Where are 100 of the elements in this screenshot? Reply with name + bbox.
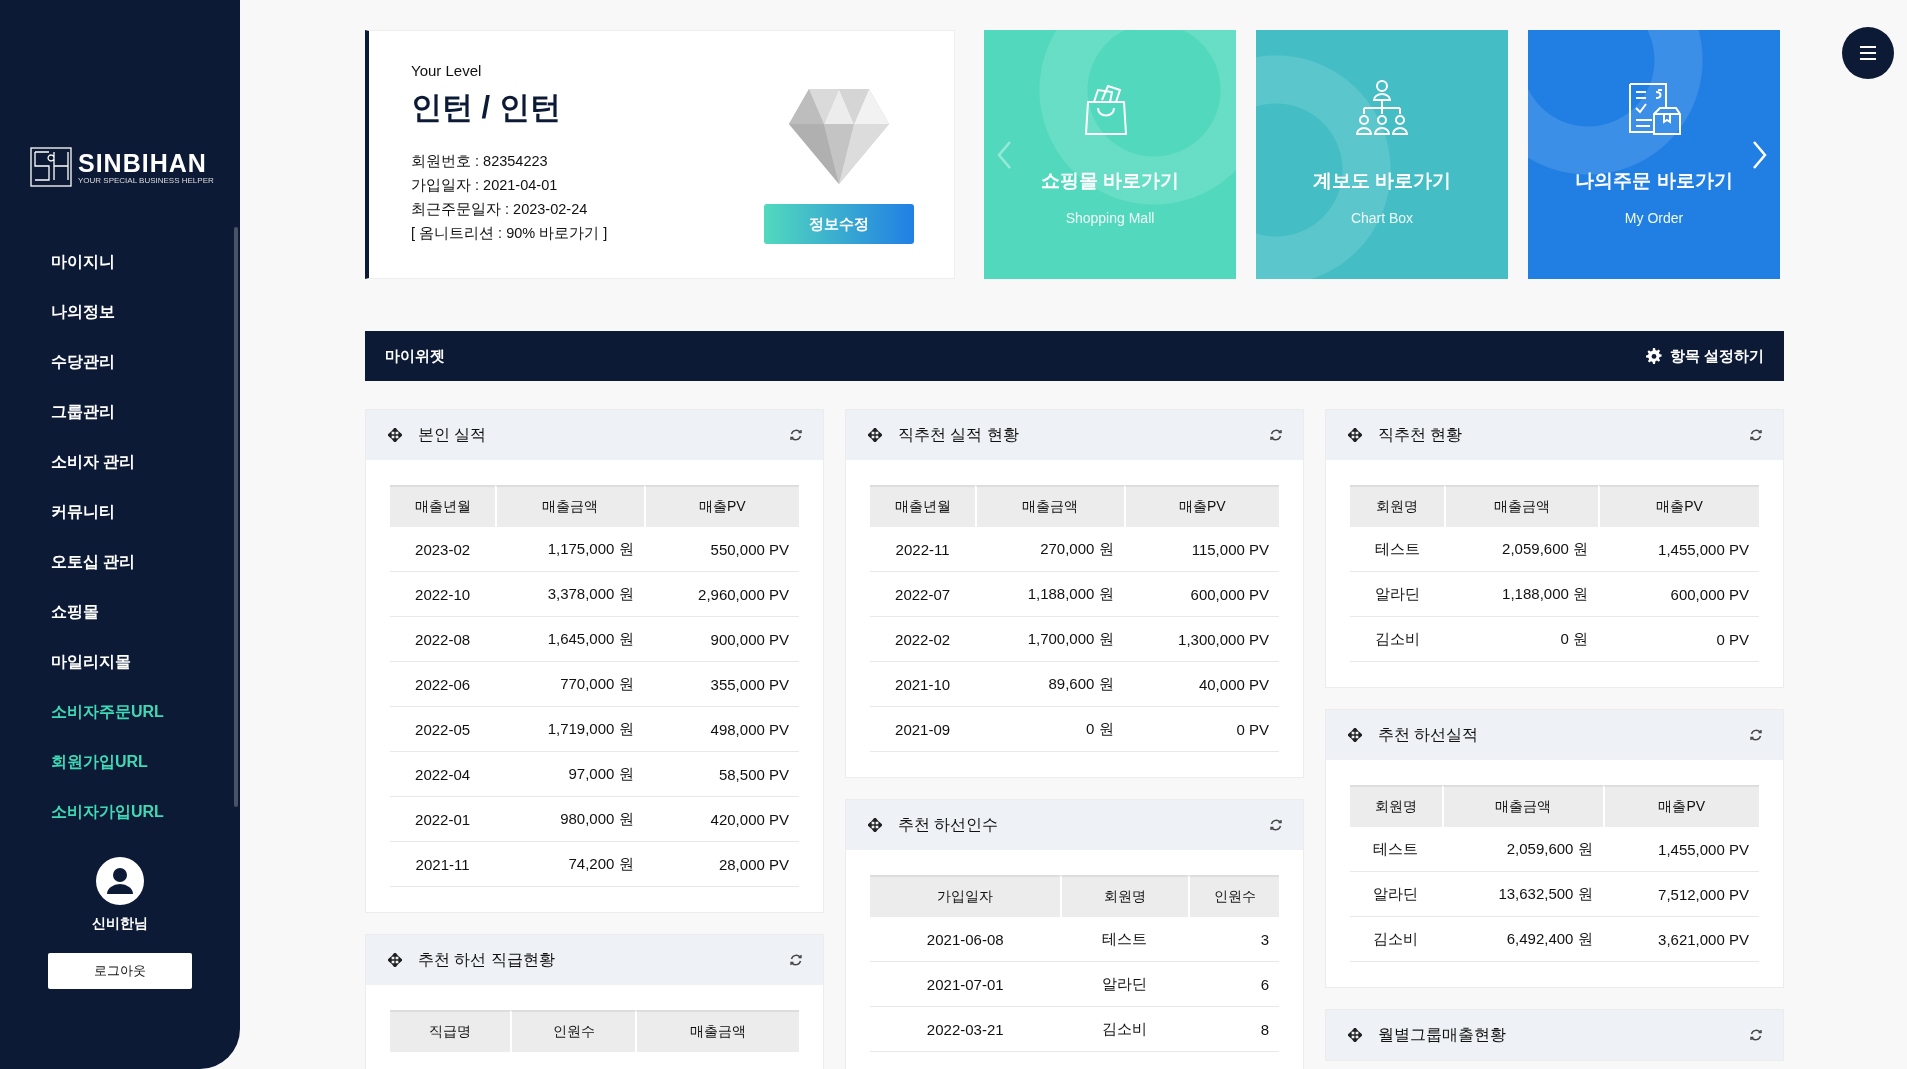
table-cell: 770,000 원: [495, 662, 644, 707]
refresh-icon[interactable]: [789, 953, 803, 967]
sidebar-item[interactable]: 나의정보: [51, 299, 115, 324]
settings-button[interactable]: 항목 설정하기: [1645, 346, 1764, 366]
column-header: 매출금액: [1444, 485, 1598, 527]
refresh-icon[interactable]: [1269, 428, 1283, 442]
table-cell: 2022-01: [390, 797, 496, 842]
table-cell: 900,000 PV: [643, 617, 799, 662]
member-detail: [ 옴니트리션 : 90% 바로가기 ]: [411, 224, 608, 243]
table-cell: 김소비: [1060, 1007, 1189, 1052]
table-cell: 2022-11: [870, 527, 976, 572]
move-icon: [1348, 1028, 1362, 1042]
table-cell: 420,000 PV: [643, 797, 799, 842]
table-cell: 2022-07: [870, 572, 976, 617]
sidebar-item[interactable]: 커뮤니티: [51, 499, 115, 524]
table-cell: 600,000 PV: [1123, 572, 1279, 617]
level-title: 인턴 / 인턴: [411, 89, 562, 127]
sidebar-item[interactable]: 그룹관리: [51, 399, 115, 424]
table-cell: 600,000 PV: [1598, 572, 1759, 617]
refresh-icon[interactable]: [1749, 428, 1763, 442]
table-cell: 2021-06-08: [870, 917, 1061, 962]
table-cell: 3: [1188, 917, 1279, 962]
sidebar-item[interactable]: 소비자가입URL: [51, 799, 164, 824]
member-detail: 회원번호 : 82354223: [411, 152, 549, 171]
sidebar-item[interactable]: 오토십 관리: [51, 549, 136, 574]
table-cell: 김소비: [1350, 617, 1445, 662]
column-header: 가입일자: [870, 875, 1061, 917]
table-cell: 1,455,000 PV: [1602, 827, 1759, 872]
column-header: 매출금액: [975, 485, 1124, 527]
table-cell: 2,059,600 원: [1441, 827, 1603, 872]
column-header: 인원수: [509, 1010, 636, 1052]
table-cell: 2021-07-01: [870, 962, 1061, 1007]
table-cell: 0 PV: [1598, 617, 1759, 662]
table-cell: 270,000 원: [975, 527, 1124, 572]
tile-title: 계보도 바로가기: [1312, 169, 1452, 193]
sidebar-item[interactable]: 회원가입URL: [51, 749, 148, 774]
table-cell: 1,300,000 PV: [1123, 617, 1279, 662]
tile-subtitle: Shopping Mall: [1065, 210, 1155, 226]
menu-button[interactable]: [1842, 27, 1894, 79]
move-icon: [868, 428, 882, 442]
sidebar-item[interactable]: 소비자 관리: [51, 449, 136, 474]
table-cell: 2021-10: [870, 662, 976, 707]
widget-title: 직추천 실적 현황: [898, 424, 1020, 445]
logout-button[interactable]: 로그아웃: [48, 953, 192, 989]
scrollbar[interactable]: [234, 227, 238, 807]
table-cell: 58,500 PV: [643, 752, 799, 797]
move-icon: [1348, 428, 1362, 442]
tile-title: 나의주문 바로가기: [1575, 169, 1733, 193]
refresh-icon[interactable]: [1749, 1028, 1763, 1042]
column-header: 직급명: [390, 1010, 510, 1052]
table-cell: 알라딘: [1060, 962, 1189, 1007]
table-cell: 1,455,000 PV: [1598, 527, 1759, 572]
column-header: 매출PV: [1123, 485, 1279, 527]
logo-icon: [30, 147, 72, 187]
table-cell: 1,719,000 원: [495, 707, 644, 752]
table-cell: 13,632,500 원: [1441, 872, 1603, 917]
table-cell: 2021-09: [870, 707, 976, 752]
widget-title: 추천 하선실적: [1378, 724, 1480, 745]
table-cell: 알라딘: [1350, 572, 1445, 617]
refresh-icon[interactable]: [1269, 818, 1283, 832]
table-cell: 1,188,000 원: [1444, 572, 1598, 617]
column-header: 매출PV: [643, 485, 799, 527]
column-header: 인원수: [1188, 875, 1279, 917]
table-cell: 김소비: [1350, 917, 1442, 962]
table-cell: 0 원: [1444, 617, 1598, 662]
column-header: 매출PV: [1598, 485, 1759, 527]
table-cell: 2022-04: [390, 752, 496, 797]
chevron-right-icon[interactable]: [1750, 140, 1768, 170]
sidebar-item[interactable]: 마이지니: [51, 249, 115, 274]
table-cell: 550,000 PV: [643, 527, 799, 572]
move-icon: [1348, 728, 1362, 742]
table-cell: 3,378,000 원: [495, 572, 644, 617]
table-cell: 498,000 PV: [643, 707, 799, 752]
widget-bar-title: 마이위젯: [385, 346, 445, 366]
sidebar-item[interactable]: 소비자주문URL: [51, 699, 164, 724]
move-icon: [868, 818, 882, 832]
table-cell: 1,645,000 원: [495, 617, 644, 662]
shortcut-tile[interactable]: 나의주문 바로가기 My Order: [1528, 30, 1780, 279]
column-header: 매출금액: [635, 1010, 799, 1052]
column-header: 매출금액: [495, 485, 644, 527]
refresh-icon[interactable]: [789, 428, 803, 442]
receipt-box-icon: [1626, 80, 1682, 136]
table-cell: 28,000 PV: [643, 842, 799, 887]
table-cell: 8: [1188, 1007, 1279, 1052]
table-cell: 0 원: [975, 707, 1124, 752]
table-cell: 1,175,000 원: [495, 527, 644, 572]
org-chart-icon: [1354, 80, 1410, 136]
sidebar-item[interactable]: 수당관리: [51, 349, 115, 374]
table-cell: 테스트: [1350, 527, 1445, 572]
table-cell: 테스트: [1060, 917, 1189, 962]
user-name: 신비한님: [92, 915, 148, 933]
table-cell: 7,512,000 PV: [1602, 872, 1759, 917]
sidebar-item[interactable]: 쇼핑몰: [51, 599, 99, 624]
column-header: 회원명: [1350, 485, 1445, 527]
refresh-icon[interactable]: [1749, 728, 1763, 742]
sidebar-item[interactable]: 마일리지몰: [51, 649, 131, 674]
table-cell: 2023-02: [390, 527, 496, 572]
diamond-icon: [789, 89, 889, 184]
table-cell: 1,188,000 원: [975, 572, 1124, 617]
table-cell: 40,000 PV: [1123, 662, 1279, 707]
